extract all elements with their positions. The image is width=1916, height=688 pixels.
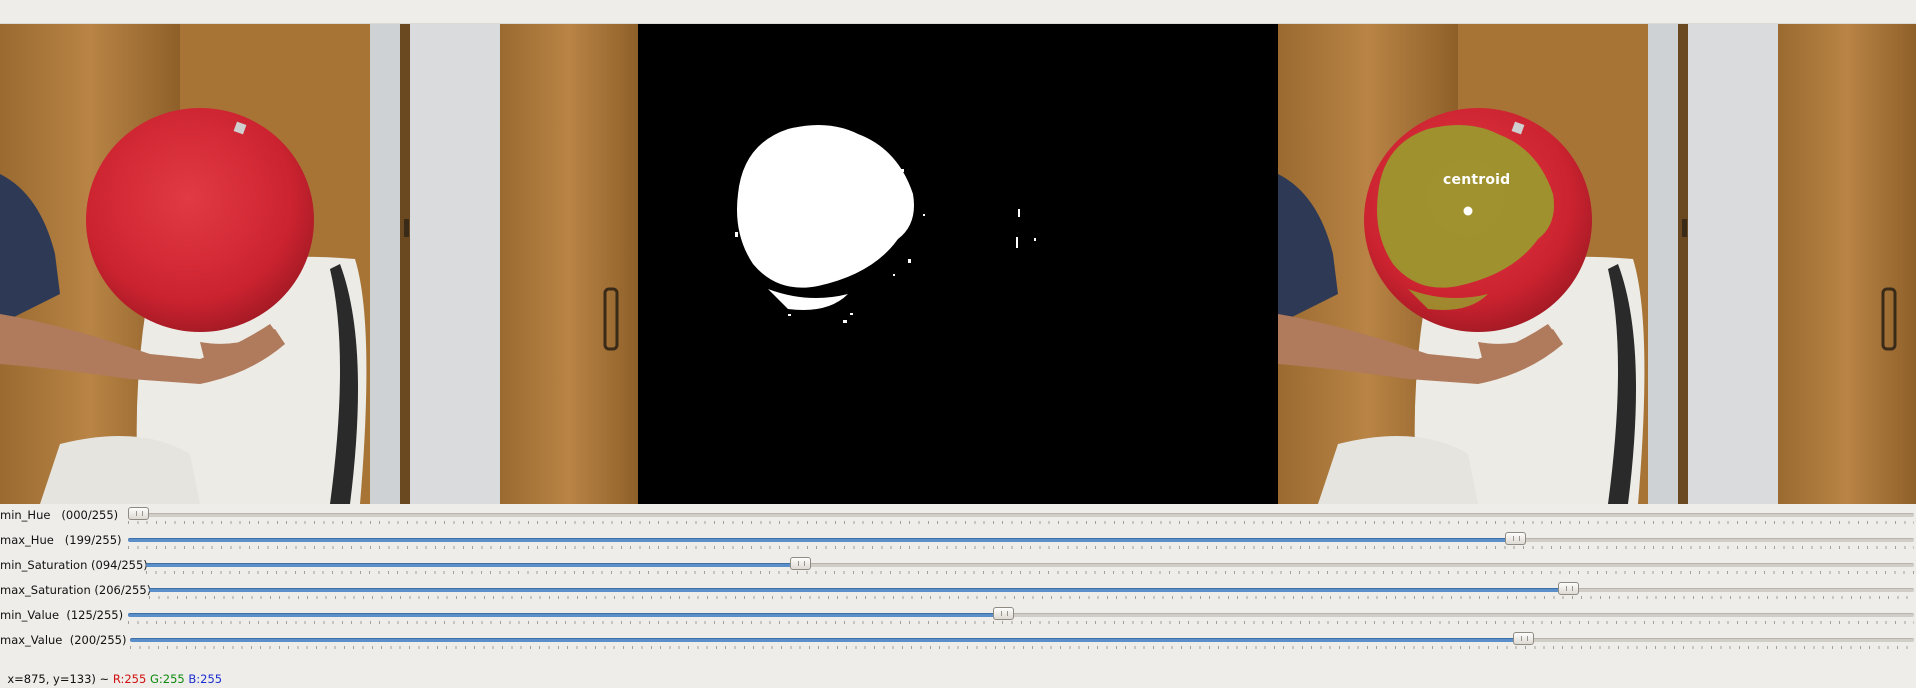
- slider-thumb[interactable]: [1557, 582, 1579, 595]
- trackbar-max-hue: max_Hue (199/255): [0, 529, 1916, 554]
- status-bar: x=875, y=133) ~ R:255 G:255 B:255: [0, 654, 1916, 686]
- slider-thumb[interactable]: [1512, 632, 1534, 645]
- trackbar-label: max_Hue (199/255): [0, 533, 122, 547]
- min-saturation-slider[interactable]: [146, 554, 1914, 579]
- threshold-mask-panel[interactable]: [638, 24, 1278, 504]
- trackbar-label: max_Saturation (206/255): [0, 583, 152, 597]
- trackbar-min-value: min_Value (125/255): [0, 604, 1916, 629]
- slider-thumb[interactable]: [993, 607, 1015, 620]
- max-hue-slider[interactable]: [128, 529, 1914, 554]
- image-display-strip: centroid: [0, 24, 1916, 504]
- max-value-slider[interactable]: [130, 629, 1914, 654]
- trackbar-label: max_Value (200/255): [0, 633, 127, 647]
- result-image-panel[interactable]: centroid: [1278, 24, 1916, 504]
- trackbar-label: min_Value (125/255): [0, 608, 124, 622]
- trackbar-label: min_Hue (000/255): [0, 508, 119, 522]
- min-hue-slider[interactable]: [128, 504, 1914, 529]
- binary-mask-image: [638, 24, 1278, 504]
- centroid-marker: [1463, 206, 1473, 216]
- slider-thumb[interactable]: [1505, 532, 1527, 545]
- trackbar-max-saturation: max_Saturation (206/255): [0, 579, 1916, 604]
- trackbar-min-hue: min_Hue (000/255): [0, 504, 1916, 529]
- window-titlebar: [0, 0, 1916, 24]
- trackbar-label: min_Saturation (094/255): [0, 558, 148, 572]
- max-saturation-slider[interactable]: [149, 579, 1914, 604]
- slider-thumb[interactable]: [128, 507, 149, 520]
- tracking-result-image: [1278, 24, 1916, 504]
- trackbar-max-value: max_Value (200/255): [0, 629, 1916, 654]
- original-image-panel[interactable]: [0, 24, 638, 504]
- slider-thumb[interactable]: [789, 557, 811, 570]
- original-camera-image: [0, 24, 638, 504]
- cursor-coordinates: x=875, y=133) ~: [7, 672, 110, 686]
- pixel-red-value: R:255: [112, 672, 147, 686]
- pixel-green-value: G:255: [149, 672, 185, 686]
- pixel-blue-value: B:255: [188, 672, 223, 686]
- centroid-label: centroid: [1443, 172, 1511, 188]
- trackbar-panel: min_Hue (000/255) max_Hue (199/255) min_…: [0, 504, 1916, 654]
- trackbar-min-saturation: min_Saturation (094/255): [0, 554, 1916, 579]
- min-value-slider[interactable]: [128, 604, 1914, 629]
